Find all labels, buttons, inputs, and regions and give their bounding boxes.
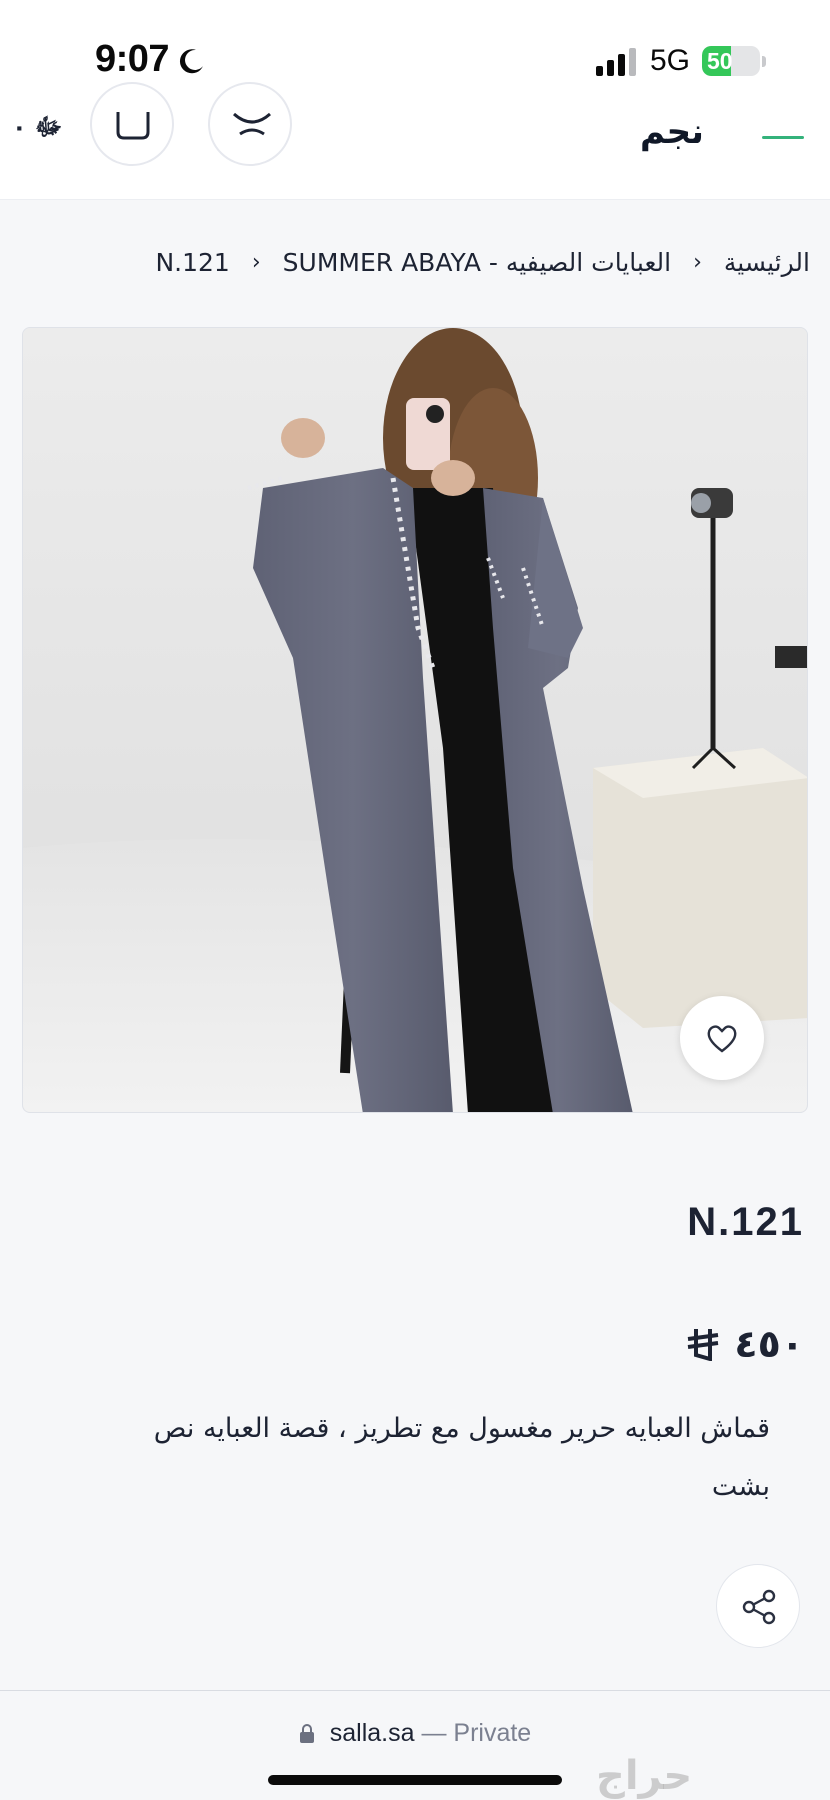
share-button[interactable]: [716, 1564, 800, 1648]
browser-bar: salla.sa — Private حراج: [0, 1690, 830, 1800]
user-icon: [233, 112, 271, 136]
signal-icon: [596, 48, 636, 76]
home-indicator[interactable]: [268, 1775, 562, 1785]
chevron-left-icon: ‹: [251, 249, 261, 275]
breadcrumb-category[interactable]: العبايات الصيفيه - SUMMER ABAYA: [283, 248, 671, 277]
cart-button[interactable]: [90, 82, 174, 166]
cart-total[interactable]: ﷻ ٠: [12, 112, 62, 147]
product-photo: [23, 328, 807, 1112]
store-header: ﷻ ٠ نجم: [0, 82, 830, 200]
browsing-mode: Private: [453, 1719, 532, 1747]
url-separator: —: [414, 1719, 454, 1747]
address-bar[interactable]: salla.sa — Private: [0, 1719, 830, 1748]
price-value: ٤٥٠: [734, 1322, 804, 1366]
url-domain: salla.sa: [329, 1719, 415, 1747]
breadcrumb-home[interactable]: الرئيسية: [724, 248, 810, 277]
battery-cap: [762, 56, 766, 67]
product-description: قماش العبايه حرير مغسول مع تطريز ، قصة ا…: [153, 1413, 770, 1502]
heart-icon: [707, 1025, 737, 1053]
menu-icon[interactable]: [762, 126, 804, 150]
chevron-left-icon: ‹: [693, 249, 702, 275]
lock-icon: [299, 1724, 314, 1743]
battery-label: 50: [707, 48, 733, 74]
status-time: 9:07: [95, 38, 170, 80]
battery-icon: 50: [702, 46, 760, 76]
riyal-currency-icon: [688, 1329, 719, 1361]
favorite-button[interactable]: [680, 996, 764, 1080]
share-icon: [742, 1589, 776, 1625]
moon-icon: [179, 49, 203, 74]
network-type: 5G: [650, 44, 691, 77]
store-logo[interactable]: نجم: [640, 112, 704, 152]
product-image[interactable]: [22, 327, 808, 1113]
bag-icon: [116, 112, 150, 140]
account-button[interactable]: [208, 82, 292, 166]
watermark: حراج: [596, 1753, 693, 1799]
breadcrumb: الرئيسية ‹ العبايات الصيفيه - SUMMER ABA…: [100, 244, 810, 280]
product-price: ٤٥٠: [686, 1322, 804, 1366]
breadcrumb-current: N.121: [155, 247, 230, 277]
product-title: N.121: [687, 1200, 804, 1244]
